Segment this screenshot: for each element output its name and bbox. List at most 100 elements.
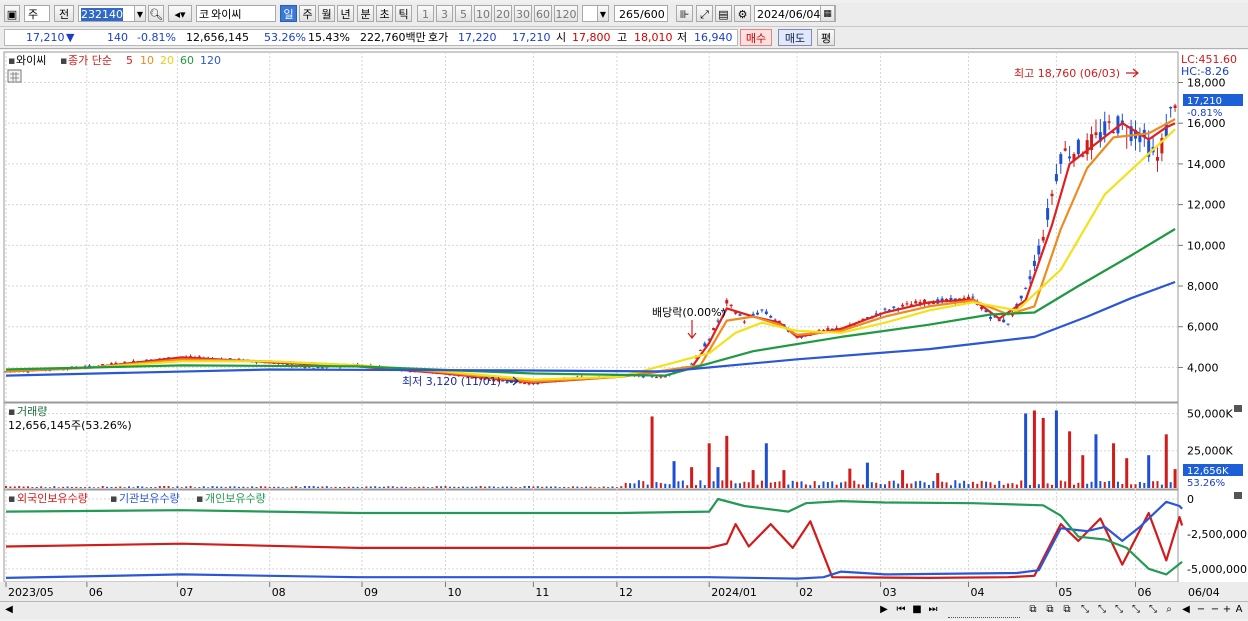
scroll-right-icon[interactable]: ◀ bbox=[1180, 603, 1192, 617]
zoom-icon[interactable]: ⌕ bbox=[1162, 603, 1176, 617]
period-year[interactable]: 년 bbox=[337, 5, 354, 22]
eval-button[interactable]: 평 bbox=[817, 29, 835, 46]
ma-5-label[interactable]: 5 bbox=[126, 54, 133, 67]
buy-button[interactable]: 매수 bbox=[740, 29, 772, 46]
price-panel-title[interactable]: 와이씨 bbox=[16, 54, 46, 67]
volume-bar bbox=[229, 486, 232, 488]
drawing-tool-icon[interactable]: ⤢ bbox=[696, 5, 713, 22]
volume-bar bbox=[506, 486, 509, 488]
count-field[interactable]: 265/600 bbox=[614, 5, 668, 22]
minus-icon[interactable]: − bbox=[1195, 603, 1207, 617]
stop-icon[interactable]: ■ bbox=[911, 603, 923, 617]
chart-scrollbar[interactable]: ◀ ▶ ⏮ ■ ⏭ ⧉ ⧉ ⧉ ⤡ ⤡ ⤡ ⤡ ⤡ ⌕ ◀ − − + A bbox=[0, 601, 1248, 619]
volume-bar bbox=[339, 486, 342, 488]
volume-bar bbox=[391, 486, 394, 488]
period-second[interactable]: 초 bbox=[376, 5, 393, 22]
volume-bar bbox=[426, 487, 429, 488]
rewind-icon[interactable]: ⏮ bbox=[894, 603, 908, 617]
name-field[interactable]: 코 와이씨 bbox=[196, 5, 276, 22]
draw-tool-icon-2[interactable]: ⤡ bbox=[1095, 603, 1109, 617]
volume-bar bbox=[818, 485, 821, 488]
ma-10-label[interactable]: 10 bbox=[140, 54, 154, 67]
save-icon[interactable]: ▤ bbox=[715, 5, 732, 22]
interval-3[interactable]: 3 bbox=[436, 5, 453, 22]
institution-legend[interactable]: 기관보유수량 bbox=[119, 492, 180, 505]
volume-bar bbox=[571, 486, 574, 488]
interval-20[interactable]: 20 bbox=[494, 5, 512, 22]
interval-60[interactable]: 60 bbox=[534, 5, 552, 22]
x-tick-label: 11 bbox=[535, 586, 549, 599]
gear-icon[interactable]: ⚙ bbox=[734, 5, 751, 22]
volume-bar bbox=[343, 486, 346, 488]
interval-5[interactable]: 5 bbox=[455, 5, 472, 22]
draw-tool-icon-4[interactable]: ⤡ bbox=[1129, 603, 1143, 617]
fast-forward-icon[interactable]: ⏭ bbox=[926, 603, 940, 617]
volume-bar bbox=[1147, 455, 1151, 488]
code-input[interactable]: 232140 bbox=[78, 5, 136, 22]
volume-bar bbox=[703, 485, 706, 488]
volume-close-icon[interactable] bbox=[1234, 405, 1242, 412]
volume-bar bbox=[440, 486, 443, 488]
volume-bar bbox=[387, 486, 390, 488]
interval-30[interactable]: 30 bbox=[514, 5, 532, 22]
layout-icon-3[interactable]: ⧉ bbox=[1060, 603, 1074, 617]
volume-panel-title[interactable]: 거래량 bbox=[17, 405, 47, 418]
reset-icon[interactable]: − bbox=[1209, 603, 1221, 617]
table-icon[interactable] bbox=[7, 69, 22, 83]
volume-bar bbox=[123, 487, 126, 488]
price-tick-label: 18,000 bbox=[1187, 76, 1226, 89]
volume-bar bbox=[141, 486, 144, 488]
market-select[interactable]: 주 bbox=[24, 5, 50, 22]
holding-close-icon[interactable] bbox=[1234, 492, 1242, 499]
volume-bar bbox=[738, 483, 741, 488]
interval-chevron-icon[interactable]: ▼ bbox=[597, 5, 609, 22]
candle-icon[interactable]: ⊪ bbox=[676, 5, 693, 22]
interval-10[interactable]: 10 bbox=[474, 5, 492, 22]
chart-area[interactable]: 2023/05 06 07 08 09 10 11 12 2024/01 02 03 04 05 06 06… bbox=[0, 50, 1248, 601]
draw-tool-icon-5[interactable]: ⤡ bbox=[1146, 603, 1160, 617]
volume-bar bbox=[971, 481, 974, 488]
search-icon[interactable]: 🔍︎ bbox=[148, 5, 164, 22]
interval-1[interactable]: 1 bbox=[417, 5, 434, 22]
volume-tag-pct: 53.26% bbox=[1187, 478, 1225, 489]
ma-60-label[interactable]: 60 bbox=[180, 54, 194, 67]
chevron-down-icon[interactable]: ▼ bbox=[134, 5, 146, 22]
individual-legend[interactable]: 개인보유수량 bbox=[205, 492, 266, 505]
volume-bar bbox=[967, 483, 970, 488]
ma-label[interactable]: 종가 단순 bbox=[68, 54, 112, 67]
volume-bar bbox=[154, 487, 157, 488]
volume-bar bbox=[172, 487, 175, 488]
prev-button[interactable]: 전 bbox=[54, 5, 74, 22]
period-tick[interactable]: 틱 bbox=[395, 5, 412, 22]
volume-bar bbox=[1081, 455, 1085, 488]
draw-tool-icon[interactable]: ⤡ bbox=[1078, 603, 1092, 617]
speed-slider[interactable] bbox=[948, 603, 1020, 618]
play-icon[interactable]: ▶ bbox=[878, 603, 890, 617]
calendar-icon[interactable]: ▦ bbox=[820, 5, 835, 22]
volume-bar bbox=[404, 486, 407, 488]
volume-bar bbox=[624, 482, 627, 488]
scroll-left-icon[interactable]: ◀ bbox=[4, 603, 14, 617]
ma-20-label[interactable]: 20 bbox=[160, 54, 174, 67]
period-minute[interactable]: 분 bbox=[357, 5, 374, 22]
plus-icon[interactable]: + bbox=[1221, 603, 1233, 617]
period-day[interactable]: 일 bbox=[280, 5, 297, 22]
volume-bar bbox=[751, 470, 755, 488]
period-month[interactable]: 월 bbox=[318, 5, 335, 22]
legend-box-icon-4: ▪ bbox=[8, 492, 15, 505]
foreign-legend[interactable]: 외국인보유수량 bbox=[17, 492, 88, 505]
layout-icon-2[interactable]: ⧉ bbox=[1043, 603, 1057, 617]
font-size-icon[interactable]: A bbox=[1233, 603, 1245, 617]
volume-bar bbox=[488, 486, 491, 488]
period-week[interactable]: 주 bbox=[299, 5, 316, 22]
sell-button[interactable]: 매도 bbox=[778, 29, 812, 46]
ma-120-label[interactable]: 120 bbox=[200, 54, 221, 67]
speaker-icon[interactable]: ◂▾ bbox=[168, 5, 192, 22]
interval-120[interactable]: 120 bbox=[554, 5, 578, 22]
draw-tool-icon-3[interactable]: ⤡ bbox=[1112, 603, 1126, 617]
price-tick-label: 4,000 bbox=[1187, 361, 1219, 374]
volume-bar bbox=[853, 480, 856, 488]
legend-box-icon-3: ▪ bbox=[8, 405, 15, 418]
window-menu-icon[interactable]: ▣ bbox=[4, 5, 20, 22]
layout-icon[interactable]: ⧉ bbox=[1026, 603, 1040, 617]
